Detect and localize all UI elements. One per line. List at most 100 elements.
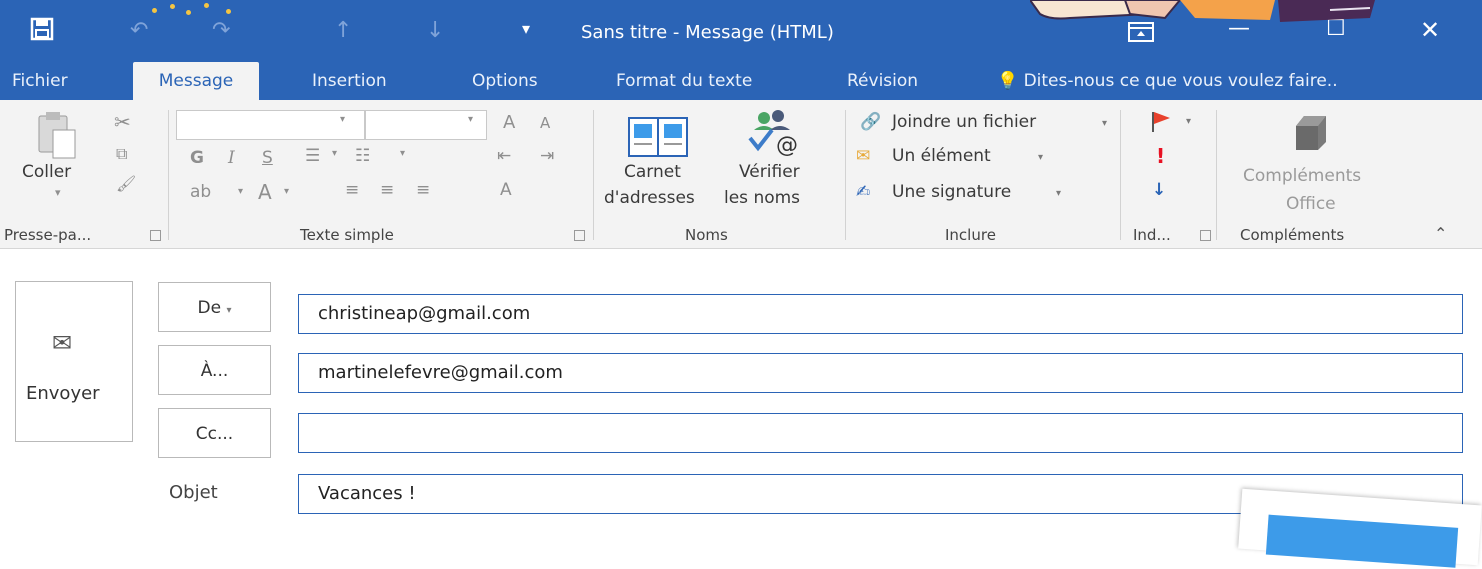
confetti-dot [226,9,231,14]
ribbon-display-icon[interactable] [1128,22,1154,42]
paste-icon[interactable] [35,110,79,160]
office-addins-label-line1[interactable]: Compléments [1243,166,1361,186]
high-importance-icon[interactable]: ! [1156,144,1165,168]
from-button[interactable]: De ▾ [158,282,271,332]
up-arrow-icon[interactable]: ↑ [334,18,352,43]
confetti-dot [152,8,157,13]
clear-formatting-icon[interactable]: A [500,180,512,200]
highlight-icon[interactable]: ab [190,182,211,202]
cc-field[interactable] [298,413,1463,453]
check-names-icon[interactable]: @ [742,108,812,160]
bold-icon[interactable]: G [190,148,204,168]
font-color-icon[interactable]: A [258,180,272,204]
clipboard-launcher-icon[interactable] [150,230,161,241]
send-envelope-icon: ✉ [52,329,73,357]
ribbon: Coller ▾ ✂ ⧉ 🖌 Presse-pa... ▾ ▾ A A G I … [0,100,1482,249]
highlight-dropdown-icon[interactable]: ▾ [238,186,243,197]
svg-text:@: @ [776,133,798,158]
italic-icon[interactable]: I [228,148,235,168]
tab-fichier[interactable]: Fichier [0,62,80,100]
follow-up-dropdown-icon[interactable]: ▾ [1186,116,1191,127]
font-grow-icon[interactable]: A [503,112,515,133]
underline-icon[interactable]: S [262,148,273,168]
close-icon[interactable]: ✕ [1420,16,1440,44]
tab-revision[interactable]: Révision [835,62,930,100]
from-field[interactable]: christineap@gmail.com [298,294,1463,334]
outlook-item-button[interactable]: Un élément [892,146,991,166]
address-book-label-line1[interactable]: Carnet [624,162,681,182]
signature-dropdown-icon[interactable]: ▾ [1056,188,1061,199]
paste-dropdown-icon[interactable]: ▾ [55,186,61,199]
tab-insertion[interactable]: Insertion [300,62,399,100]
font-color-dropdown-icon[interactable]: ▾ [284,186,289,197]
address-book-icon[interactable] [628,114,688,158]
numbering-icon[interactable]: ☷ [355,146,370,166]
cc-button[interactable]: Cc... [158,408,271,458]
group-label-addins: Compléments [1240,226,1345,244]
group-separator [1120,110,1121,240]
group-separator [168,110,169,240]
to-button[interactable]: À... [158,345,271,395]
increase-indent-icon[interactable]: ⇥ [540,146,554,166]
signature-button[interactable]: Une signature [892,182,1011,202]
office-addins-icon[interactable] [1290,112,1332,156]
subject-label: Objet [169,482,218,503]
window-title: Sans titre - Message (HTML) [581,22,834,43]
group-label-clipboard: Presse-pa... [4,226,92,244]
customize-quick-access-icon[interactable]: ▾ [522,19,530,38]
font-shrink-icon[interactable]: A [540,114,550,132]
group-label-basic-text: Texte simple [300,226,394,244]
redo-icon[interactable]: ↷ [212,18,230,43]
lightbulb-icon: 💡 [997,71,1019,91]
tab-options[interactable]: Options [460,62,550,100]
to-field[interactable]: martinelefevre@gmail.com [298,353,1463,393]
tab-message[interactable]: Message [133,62,259,100]
align-right-icon[interactable]: ≡ [416,180,430,200]
font-name-box[interactable] [176,110,365,140]
align-center-icon[interactable]: ≡ [380,180,394,200]
follow-up-flag-icon[interactable] [1150,110,1172,134]
paste-button-label[interactable]: Coller [22,162,71,182]
send-button[interactable]: ✉ Envoyer [15,281,133,442]
format-painter-icon[interactable]: 🖌 [116,174,136,193]
outlook-item-dropdown-icon[interactable]: ▾ [1038,152,1043,163]
outlook-item-icon[interactable]: ✉ [856,146,870,166]
attach-file-icon[interactable]: 🔗 [860,112,881,132]
basic-text-launcher-icon[interactable] [574,230,585,241]
low-importance-icon[interactable]: ↓ [1152,180,1166,200]
bullets-dropdown-icon[interactable]: ▾ [332,148,337,159]
copy-icon[interactable]: ⧉ [116,144,127,164]
tell-me-search[interactable]: 💡 Dites-nous ce que vous voulez faire.. [985,62,1350,100]
bullets-icon[interactable]: ☰ [305,146,320,166]
check-names-label-line1[interactable]: Vérifier [739,162,800,182]
group-label-names: Noms [685,226,728,244]
send-button-label: Envoyer [26,383,100,404]
group-separator [845,110,846,240]
group-label-include: Inclure [945,226,996,244]
attach-file-button[interactable]: Joindre un fichier [892,112,1036,132]
font-size-dropdown-icon[interactable]: ▾ [468,114,473,125]
attach-file-dropdown-icon[interactable]: ▾ [1102,118,1107,129]
tab-format-du-texte[interactable]: Format du texte [604,62,764,100]
decorative-card-fill [1265,514,1459,568]
tags-launcher-icon[interactable] [1200,230,1211,241]
confetti-dot [204,3,209,8]
group-separator [1216,110,1217,240]
decrease-indent-icon[interactable]: ⇤ [497,146,511,166]
check-names-label-line2[interactable]: les noms [724,188,800,208]
align-left-icon[interactable]: ≡ [345,180,359,200]
font-name-dropdown-icon[interactable]: ▾ [340,114,345,125]
collapse-ribbon-icon[interactable]: ⌃ [1434,224,1447,243]
undo-icon[interactable]: ↶ [130,18,148,43]
from-button-label: De [197,298,222,318]
save-icon[interactable] [30,17,54,41]
group-label-tags: Ind... [1133,226,1171,244]
office-addins-label-line2[interactable]: Office [1286,194,1336,214]
numbering-dropdown-icon[interactable]: ▾ [400,148,405,159]
address-book-label-line2[interactable]: d'adresses [604,188,695,208]
from-dropdown-icon: ▾ [226,305,232,316]
decorative-illustration [1030,0,1375,22]
cut-icon[interactable]: ✂ [114,110,131,134]
down-arrow-icon[interactable]: ↓ [426,18,444,43]
signature-icon[interactable]: ✍ [856,182,870,202]
